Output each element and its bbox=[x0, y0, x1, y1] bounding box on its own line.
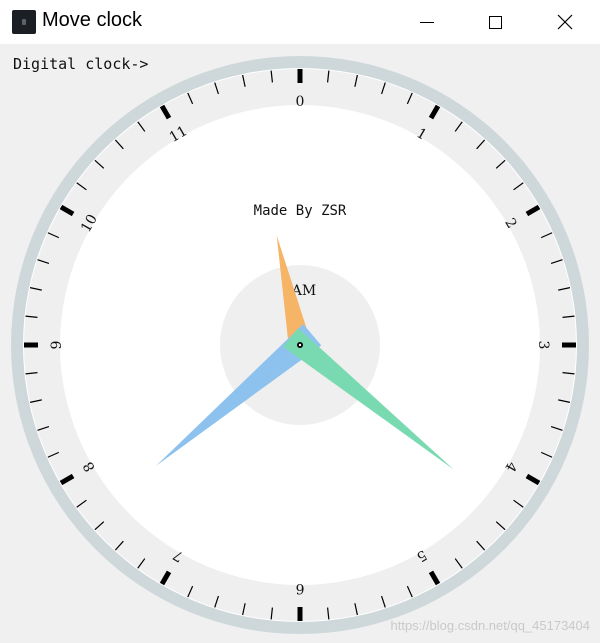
minimize-icon bbox=[420, 21, 434, 23]
clock-numeral: 6 bbox=[295, 580, 304, 596]
clock-numeral: 9 bbox=[49, 341, 65, 350]
clock-numeral: 0 bbox=[296, 94, 305, 110]
credit-text: Made By ZSR bbox=[254, 203, 347, 219]
maximize-button[interactable] bbox=[460, 0, 530, 44]
watermark: https://blog.csdn.net/qq_45173404 bbox=[390, 618, 591, 633]
digital-clock-link[interactable]: Digital clock-> bbox=[13, 55, 148, 73]
close-button[interactable] bbox=[530, 0, 600, 44]
clock-numeral: 3 bbox=[535, 341, 551, 350]
app-icon bbox=[12, 10, 36, 34]
maximize-icon bbox=[488, 15, 502, 29]
window-title: Move clock bbox=[42, 9, 143, 31]
close-icon bbox=[557, 14, 573, 30]
center-pin-dot bbox=[298, 343, 302, 347]
minimize-button[interactable] bbox=[392, 0, 462, 44]
analog-clock: 01234567891011 Made By ZSR AM bbox=[11, 56, 589, 634]
title-bar: Move clock bbox=[0, 0, 600, 44]
